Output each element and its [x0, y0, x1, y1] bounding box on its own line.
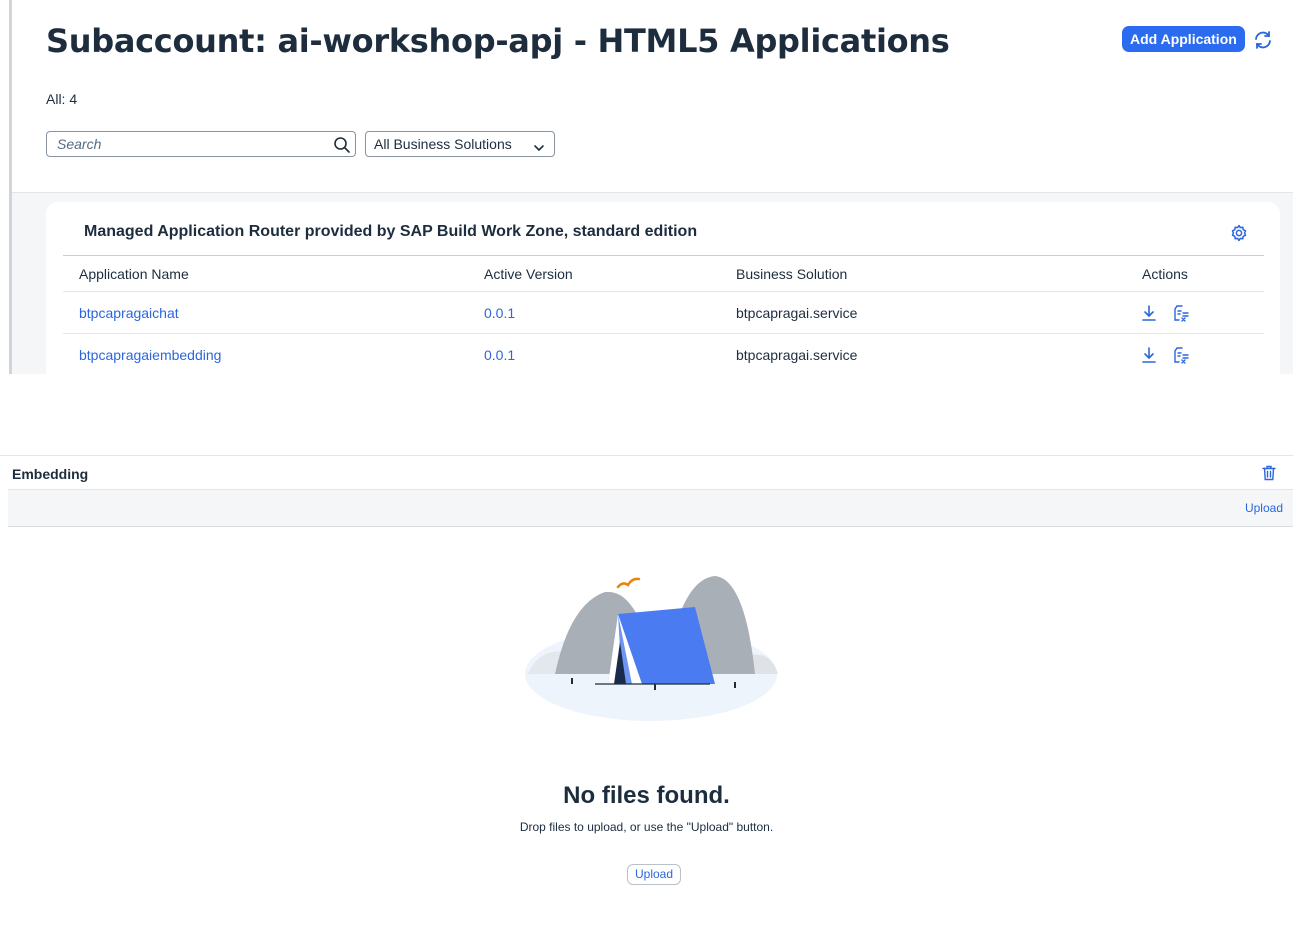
chevron-down-icon	[532, 138, 546, 152]
html5-applications-panel: Subaccount: ai-workshop-apj - HTML5 Appl…	[0, 0, 1293, 374]
column-header-actions: Actions	[1142, 266, 1188, 282]
download-icon[interactable]	[1140, 304, 1158, 322]
table-row: btpcapragaichat 0.0.1 btpcapragai.servic…	[63, 292, 1264, 334]
active-version-link[interactable]: 0.0.1	[484, 334, 515, 376]
tent-illustration	[520, 574, 782, 724]
app-router-card: Managed Application Router provided by S…	[46, 202, 1280, 374]
business-solution-value: btpcapragai.service	[736, 305, 858, 321]
column-header-active-version: Active Version	[484, 266, 573, 282]
gear-icon[interactable]	[1230, 224, 1248, 242]
embedding-panel: Embedding Upload No files found. Drop fi…	[0, 455, 1293, 939]
trash-icon[interactable]	[1262, 465, 1276, 481]
upload-button[interactable]: Upload	[627, 864, 682, 885]
download-icon[interactable]	[1140, 346, 1158, 364]
search-input[interactable]	[57, 135, 317, 153]
column-header-application-name: Application Name	[79, 266, 189, 282]
undeploy-icon[interactable]	[1171, 345, 1191, 365]
embedding-title: Embedding	[12, 466, 89, 482]
toolbar-upload-button[interactable]: Upload	[1245, 501, 1283, 515]
column-header-business-solution: Business Solution	[736, 266, 848, 282]
card-title: Managed Application Router provided by S…	[84, 223, 698, 240]
search-icon[interactable]	[333, 136, 351, 154]
empty-state-title: No files found.	[563, 782, 730, 809]
table-header: Application Name Active Version Business…	[63, 255, 1264, 292]
business-solution-selected: All Business Solutions	[374, 136, 512, 152]
business-solution-value: btpcapragai.service	[736, 347, 858, 363]
active-version-link[interactable]: 0.0.1	[484, 292, 515, 334]
search-field[interactable]	[46, 131, 356, 157]
table-row: btpcapragaiembedding 0.0.1 btpcapragai.s…	[63, 334, 1264, 376]
application-name-link[interactable]: btpcapragaichat	[79, 292, 179, 334]
undeploy-icon[interactable]	[1171, 303, 1191, 323]
upload-toolbar: Upload	[8, 489, 1293, 527]
application-count: All: 4	[46, 91, 78, 107]
page-title: Subaccount: ai-workshop-apj - HTML5 Appl…	[46, 22, 950, 60]
business-solution-select[interactable]: All Business Solutions	[365, 131, 555, 157]
refresh-icon[interactable]	[1252, 29, 1274, 51]
add-application-button[interactable]: Add Application	[1122, 26, 1245, 52]
application-name-link[interactable]: btpcapragaiembedding	[79, 334, 221, 376]
empty-state-subtitle: Drop files to upload, or use the "Upload…	[519, 820, 774, 834]
